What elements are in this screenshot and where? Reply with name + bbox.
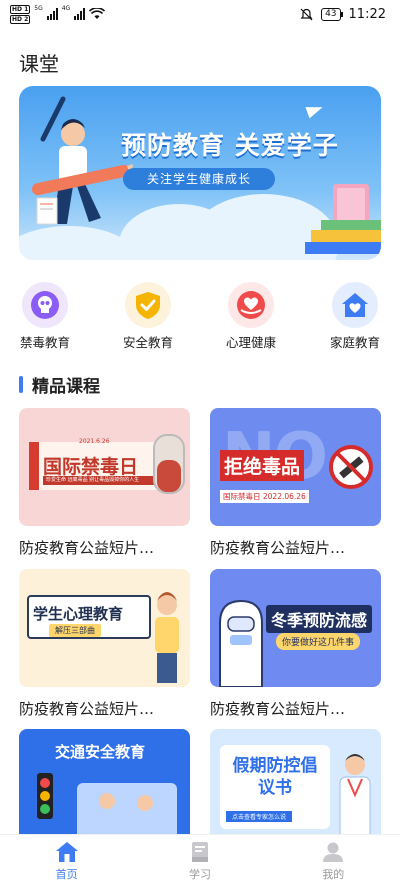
course-thumbnail: NO 拒绝毒品 国际禁毒日 2022.06.26: [210, 408, 381, 526]
paper-plane-icon: [305, 101, 325, 119]
course-thumbnail: 学生心理教育 解压三部曲: [19, 569, 190, 687]
traffic-illustration: [37, 773, 177, 834]
wifi-icon: [89, 8, 106, 19]
doctor-illustration: [219, 599, 263, 687]
thumb-subtext: 解压三部曲: [49, 624, 101, 637]
category-label: 禁毒教育: [19, 335, 70, 350]
tab-label: 首页: [55, 868, 78, 881]
course-title: 防疫教育公益短片…: [19, 700, 155, 718]
banner-headline: 预防教育 关爱学子: [121, 131, 339, 160]
category-drug-prevention[interactable]: 禁毒教育: [9, 282, 81, 351]
course-thumbnail: 交通安全教育: [19, 729, 190, 834]
page-content[interactable]: 课堂 预防教育 关爱学子 关注学生健康成长 禁毒教育 安全教育 心理健康 家庭教…: [0, 28, 400, 834]
course-card[interactable]: 交通安全教育: [19, 729, 190, 834]
status-bar: HD 1 HD 2 5G 4G 43 11:22: [0, 0, 400, 28]
thumb-date: 2021.6.26: [79, 438, 110, 445]
thumb-headline: 国际禁毒日: [43, 456, 139, 478]
section-accent-bar: [19, 376, 23, 393]
network-5g-label: 5G: [34, 4, 43, 12]
course-thumbnail: 假期防控倡议书 点击查看专家怎么说: [210, 729, 381, 834]
page-title: 课堂: [19, 52, 59, 76]
banner-carousel[interactable]: 预防教育 关爱学子 关注学生健康成长: [19, 86, 381, 260]
bottom-tab-bar: 首页 学习 我的: [0, 834, 400, 888]
hd2-badge: HD 2: [10, 14, 31, 24]
shield-check-icon: [125, 282, 171, 328]
course-card[interactable]: 假期防控倡议书 点击查看专家怎么说: [210, 729, 381, 834]
thumb-subtext: 国际禁毒日 2022.06.26: [220, 490, 309, 503]
category-row: 禁毒教育 安全教育 心理健康 家庭教育: [0, 282, 400, 352]
course-thumbnail: 冬季预防流感 你要做好这几件事: [210, 569, 381, 687]
course-title: 防疫教育公益短片…: [210, 700, 346, 718]
thumb-headline: 交通安全教育: [55, 743, 146, 761]
course-card[interactable]: 冬季预防流感 你要做好这几件事 防疫教育公益短片…: [210, 569, 381, 719]
mute-bell-icon: [300, 8, 313, 20]
tab-profile[interactable]: 我的: [267, 835, 400, 888]
student-illustration: [155, 592, 179, 683]
thumb-headline: 假期防控倡议书: [232, 756, 318, 798]
banner-subtitle: 关注学生健康成长: [123, 168, 275, 190]
student-illustration: [31, 96, 133, 225]
course-thumbnail: 2021.6.26 国际禁毒日 珍爱生命 远离毒品 别让毒品毁掉你的人生: [19, 408, 190, 526]
thumb-subtext: 珍爱生命 远离毒品 别让毒品毁掉你的人生: [43, 476, 163, 485]
tab-study[interactable]: 学习: [133, 835, 266, 888]
home-icon: [55, 842, 78, 862]
clock: 11:22: [348, 6, 386, 22]
doctor-illustration: [339, 754, 371, 834]
course-title: 防疫教育公益短片…: [19, 539, 155, 557]
hd1-badge: HD 1: [10, 4, 31, 14]
user-icon: [323, 842, 344, 862]
thumb-headline: 学生心理教育: [33, 605, 124, 623]
section-title: 精品课程: [32, 377, 100, 397]
category-label: 安全教育: [122, 335, 173, 350]
no-drugs-icon: [329, 445, 373, 489]
skull-icon: [22, 282, 68, 328]
hd-badges: HD 1 HD 2: [10, 4, 31, 24]
heart-hand-icon: [228, 282, 274, 328]
category-mental-health[interactable]: 心理健康: [215, 282, 287, 351]
category-label: 心理健康: [225, 335, 276, 350]
course-card[interactable]: NO 拒绝毒品 国际禁毒日 2022.06.26 防疫教育公益短片…: [210, 408, 381, 558]
course-card[interactable]: 2021.6.26 国际禁毒日 珍爱生命 远离毒品 别让毒品毁掉你的人生 防疫教…: [19, 408, 190, 558]
category-label: 家庭教育: [329, 335, 380, 350]
books-illustration: [305, 184, 381, 254]
thumb-headline: 拒绝毒品: [220, 450, 305, 481]
book-icon: [191, 842, 208, 862]
tab-label: 我的: [322, 868, 345, 881]
course-title: 防疫教育公益短片…: [210, 539, 346, 557]
thumb-subtext: 点击查看专家怎么说: [226, 811, 293, 822]
thumb-headline: 冬季预防流感: [266, 605, 373, 633]
house-heart-icon: [332, 282, 378, 328]
tab-home[interactable]: 首页: [0, 835, 133, 888]
section-header: 精品课程: [19, 372, 100, 397]
battery-icon: 43: [321, 7, 344, 21]
signal-icon-2: [74, 8, 86, 20]
course-card[interactable]: 学生心理教育 解压三部曲 防疫教育公益短片…: [19, 569, 190, 719]
category-family[interactable]: 家庭教育: [319, 282, 391, 351]
thumb-subtext: 你要做好这几件事: [276, 633, 361, 650]
category-safety[interactable]: 安全教育: [112, 282, 184, 351]
signal-icon: [46, 8, 58, 20]
network-4g-label: 4G: [61, 4, 71, 12]
tab-label: 学习: [188, 868, 211, 881]
